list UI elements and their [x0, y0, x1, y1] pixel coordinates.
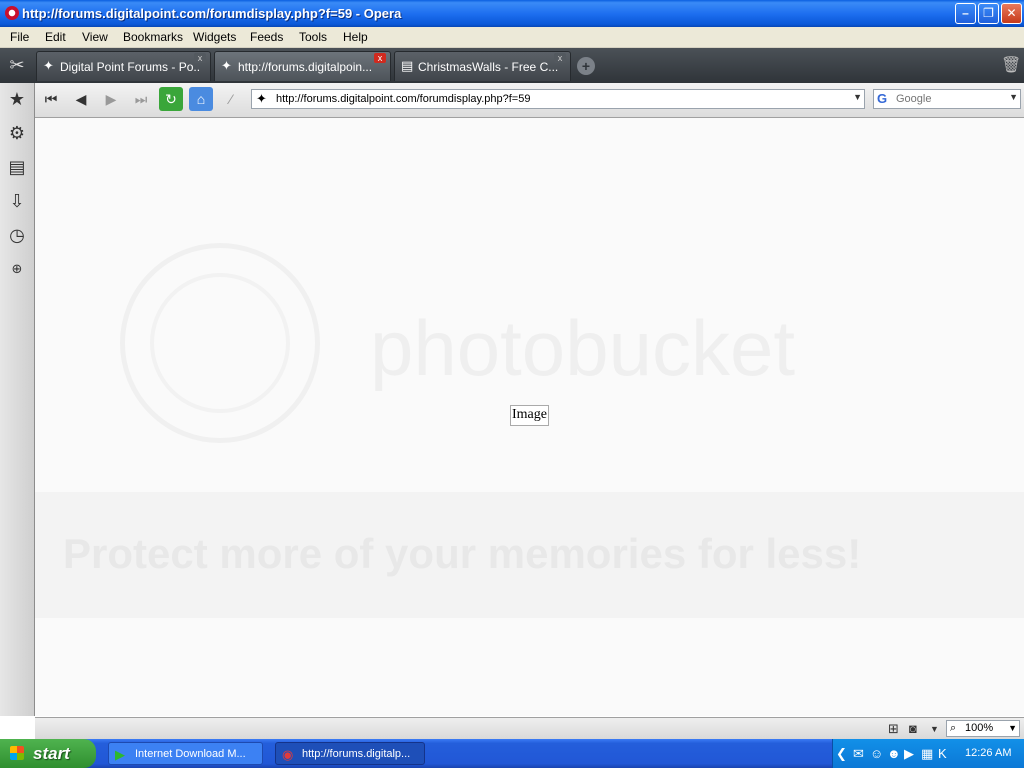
tab-label: http://forums.digitalpoin... — [238, 60, 373, 74]
maximize-button[interactable]: ❐ — [978, 3, 999, 24]
taskbar: start ▶ Internet Download M... ◉ http://… — [0, 739, 1024, 768]
zoom-dropdown-icon[interactable]: ▼ — [1008, 723, 1017, 733]
watermark-text: photobucket — [370, 304, 796, 392]
tab-digital-point-forums[interactable]: ✦ Digital Point Forums - Po... x — [36, 51, 211, 81]
tab-forumdisplay[interactable]: ✦ http://forums.digitalpoin... x — [214, 51, 391, 81]
tray-network-icon[interactable]: ▦ — [921, 746, 933, 762]
menu-view[interactable]: View — [82, 30, 108, 44]
close-tab-icon[interactable]: x — [194, 53, 206, 63]
navigation-bar: ⏮ ◀ ▶ ⏭ ↻ ⌂ ⁄ ✦ ▼ G ▼ — [35, 83, 1024, 118]
menu-tools[interactable]: Tools — [299, 30, 327, 44]
new-tab-button[interactable]: + — [577, 57, 595, 75]
taskbar-item-idm[interactable]: ▶ Internet Download M... — [108, 742, 263, 765]
watermark-banner: Protect more of your memories for less! — [35, 492, 1024, 618]
close-tab-icon[interactable]: x — [554, 53, 566, 63]
window-title: http://forums.digitalpoint.com/forumdisp… — [22, 6, 402, 21]
digitalpoint-icon: ✦ — [43, 58, 54, 73]
opera-logo-icon — [5, 6, 19, 20]
minimize-button[interactable]: – — [955, 3, 976, 24]
tab-label: Digital Point Forums - Po... — [60, 60, 200, 74]
reload-icon[interactable]: ↻ — [159, 87, 183, 111]
google-icon[interactable]: G — [877, 91, 887, 106]
search-dropdown-icon[interactable]: ▼ — [1009, 92, 1018, 102]
page-icon: ▤ — [401, 58, 414, 73]
menu-file[interactable]: File — [10, 30, 29, 44]
taskbar-item-label: http://forums.digitalp... — [302, 748, 411, 760]
transfers-icon[interactable]: ⇩ — [4, 188, 30, 214]
tray-messenger-icon[interactable]: ☺ — [870, 746, 883, 761]
camera-icon[interactable]: ◙ — [909, 721, 917, 736]
tab-label: ChristmasWalls - Free C... — [418, 60, 558, 74]
menu-bookmarks[interactable]: Bookmarks — [123, 30, 183, 44]
bookmarks-star-icon[interactable]: ★ — [4, 86, 30, 112]
search-input[interactable] — [896, 91, 1006, 107]
tab-bar: ✂ ✦ Digital Point Forums - Po... x ✦ htt… — [0, 48, 1024, 83]
tray-antivirus-icon[interactable]: K — [938, 746, 947, 761]
window-title-bar: http://forums.digitalpoint.com/forumdisp… — [0, 0, 1024, 27]
search-box[interactable]: G ▼ — [873, 89, 1021, 109]
system-tray: ❮ ✉ ☺ ☻ ▶ ▦ K 12:26 AM — [832, 739, 1024, 768]
address-input[interactable] — [276, 91, 836, 107]
magnifier-icon: ⌕ — [950, 722, 957, 734]
taskbar-item-label: Internet Download M... — [135, 748, 246, 760]
status-bar: ⊞ ◙ ▼ ⌕ 100% ▼ — [35, 717, 1024, 740]
tray-smiley-icon[interactable]: ☻ — [887, 746, 901, 761]
forward-arrow-icon[interactable]: ▶ — [99, 87, 123, 111]
menu-feeds[interactable]: Feeds — [250, 30, 283, 44]
history-clock-icon[interactable]: ◷ — [4, 222, 30, 248]
zoom-control[interactable]: ⌕ 100% ▼ — [946, 720, 1020, 737]
windows-logo-icon — [10, 746, 24, 760]
gear-icon[interactable]: ⚙ — [4, 120, 30, 146]
watermark-banner-text: Protect more of your memories for less! — [63, 530, 862, 577]
zoom-value: 100% — [965, 722, 994, 734]
menu-help[interactable]: Help — [343, 30, 368, 44]
fast-forward-icon[interactable]: ⏭ — [129, 87, 153, 111]
tray-idm-icon[interactable]: ▶ — [904, 746, 914, 762]
opera-icon: ◉ — [282, 747, 294, 762]
side-panel: ★ ⚙ ▤ ⇩ ◷ ⊕ — [0, 83, 35, 716]
close-tab-icon[interactable]: x — [374, 53, 386, 63]
home-icon[interactable]: ⌂ — [189, 87, 213, 111]
camera-dropdown-icon[interactable]: ▼ — [930, 724, 939, 734]
tools-icon[interactable]: ✂ — [0, 48, 34, 83]
start-button[interactable]: start — [0, 739, 96, 768]
rewind-icon[interactable]: ⏮ — [39, 87, 63, 111]
broken-image[interactable]: Image — [510, 405, 549, 426]
add-panel-icon[interactable]: ⊕ — [4, 256, 30, 282]
address-bar[interactable]: ✦ ▼ — [251, 89, 865, 109]
site-icon: ✦ — [256, 91, 267, 106]
back-arrow-icon[interactable]: ◀ — [69, 87, 93, 111]
wand-icon[interactable]: ⁄ — [219, 87, 243, 111]
close-window-button[interactable]: ✕ — [1001, 3, 1022, 24]
tray-expand-icon[interactable]: ❮ — [836, 746, 847, 762]
page-content: photobucket Protect more of your memorie… — [35, 118, 1024, 716]
menu-edit[interactable]: Edit — [45, 30, 66, 44]
taskbar-item-opera[interactable]: ◉ http://forums.digitalp... — [275, 742, 425, 765]
speed-dial-icon[interactable]: ⊞ — [888, 721, 899, 737]
watermark-logo-inner — [150, 273, 290, 413]
digitalpoint-icon: ✦ — [221, 58, 232, 73]
tab-christmaswalls[interactable]: ▤ ChristmasWalls - Free C... x — [394, 51, 571, 81]
idm-icon: ▶ — [115, 747, 125, 762]
chat-icon[interactable]: ▤ — [4, 154, 30, 180]
menu-bar: File Edit View Bookmarks Widgets Feeds T… — [0, 27, 1024, 48]
tray-mail-icon[interactable]: ✉ — [853, 746, 864, 762]
address-dropdown-icon[interactable]: ▼ — [853, 92, 862, 102]
trash-icon[interactable]: 🗑 — [1001, 55, 1021, 75]
clock: 12:26 AM — [965, 747, 1012, 759]
menu-widgets[interactable]: Widgets — [193, 30, 236, 44]
start-label: start — [33, 744, 70, 763]
